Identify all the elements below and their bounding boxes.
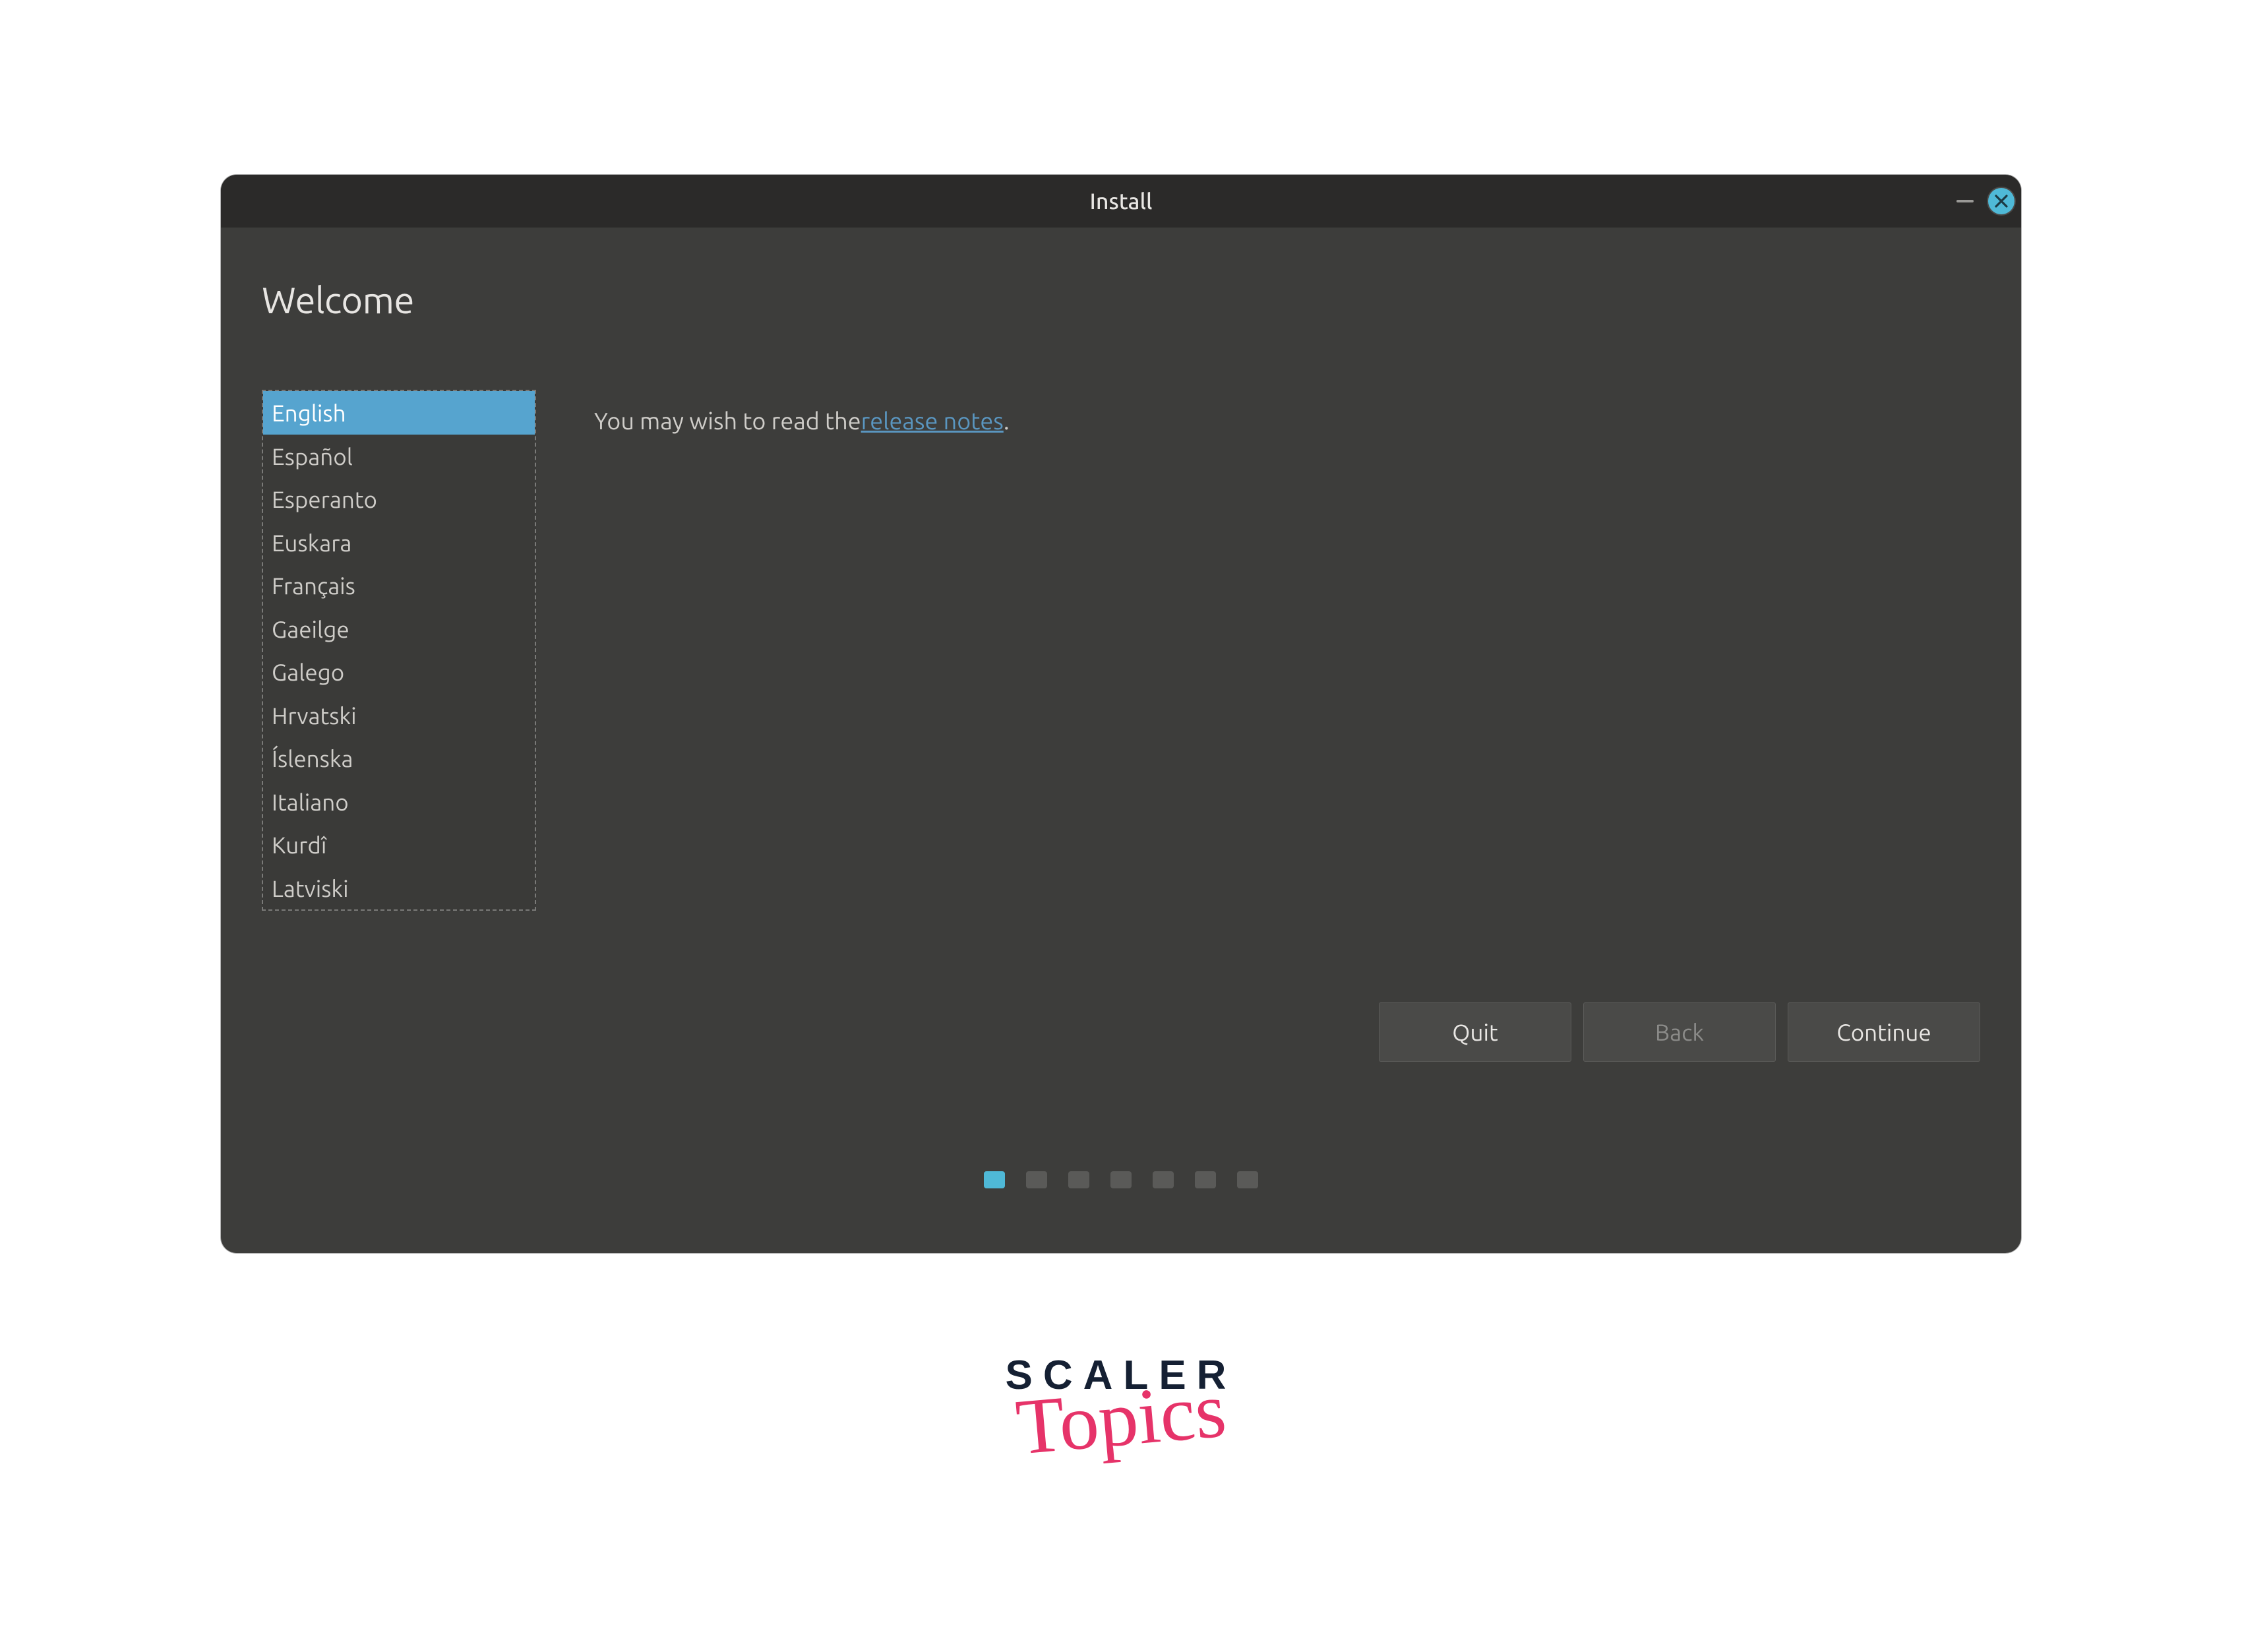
language-item[interactable]: Euskara bbox=[263, 521, 535, 565]
progress-dot bbox=[1237, 1171, 1258, 1188]
brand-line2: Topics bbox=[1002, 1369, 1240, 1468]
language-item[interactable]: Íslenska bbox=[263, 737, 535, 780]
close-button[interactable] bbox=[1988, 188, 2015, 214]
language-item[interactable]: Latviski bbox=[263, 867, 535, 910]
window-title: Install bbox=[1090, 189, 1153, 214]
language-item[interactable]: Esperanto bbox=[263, 477, 535, 521]
quit-button[interactable]: Quit bbox=[1379, 1002, 1571, 1062]
minimize-icon[interactable] bbox=[1956, 200, 1974, 202]
window-controls bbox=[1956, 188, 2015, 214]
back-button: Back bbox=[1583, 1002, 1776, 1062]
progress-dot bbox=[1026, 1171, 1047, 1188]
language-list[interactable]: EnglishEspañolEsperantoEuskaraFrançaisGa… bbox=[262, 390, 536, 911]
release-notes-suffix: . bbox=[1004, 407, 1010, 434]
progress-dot bbox=[1068, 1171, 1089, 1188]
release-notes-prefix: You may wish to read the bbox=[594, 407, 861, 434]
language-item[interactable]: Gaeilge bbox=[263, 607, 535, 651]
progress-dots bbox=[984, 1171, 1258, 1188]
installer-window: Install Welcome EnglishEspañolEsperantoE… bbox=[221, 175, 2021, 1253]
release-notes-link[interactable]: release notes bbox=[861, 407, 1004, 434]
titlebar: Install bbox=[221, 175, 2021, 228]
close-icon bbox=[1995, 195, 2008, 208]
brand-logo: SCALER Topics bbox=[1006, 1352, 1237, 1458]
language-item[interactable]: Italiano bbox=[263, 780, 535, 824]
continue-button[interactable]: Continue bbox=[1788, 1002, 1980, 1062]
page-title: Welcome bbox=[262, 279, 1980, 321]
footer-buttons: Quit Back Continue bbox=[1379, 1002, 1980, 1062]
language-item[interactable]: Kurdî bbox=[263, 823, 535, 867]
progress-dot bbox=[1153, 1171, 1174, 1188]
language-item[interactable]: Français bbox=[263, 564, 535, 607]
language-item[interactable]: English bbox=[263, 391, 535, 435]
language-item[interactable]: Hrvatski bbox=[263, 694, 535, 737]
progress-dot bbox=[984, 1171, 1005, 1188]
progress-dot bbox=[1195, 1171, 1216, 1188]
release-notes-text: You may wish to read the release notes . bbox=[594, 390, 1010, 434]
progress-dot bbox=[1110, 1171, 1132, 1188]
language-item[interactable]: Galego bbox=[263, 650, 535, 694]
language-item[interactable]: Español bbox=[263, 435, 535, 478]
